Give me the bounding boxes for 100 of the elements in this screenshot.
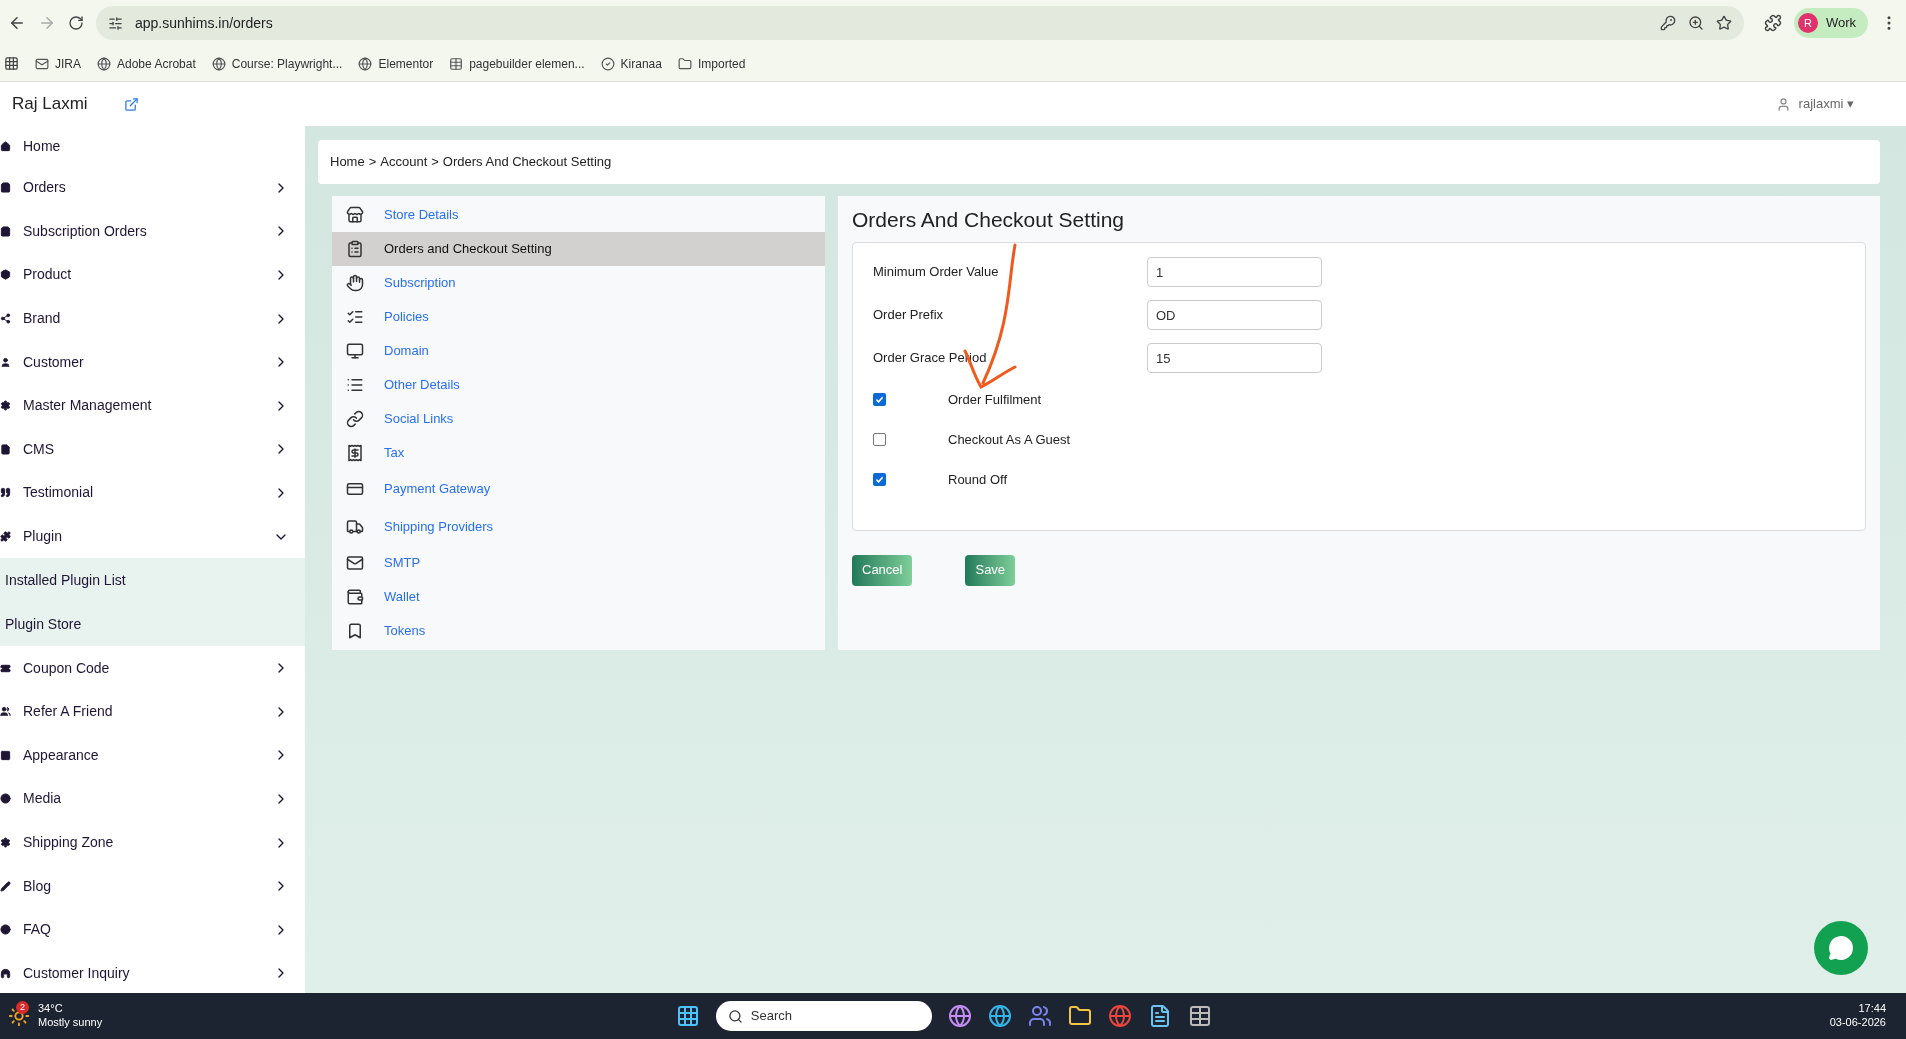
search-icon [727,1008,743,1024]
settings-menu-item[interactable]: SMTP [332,546,825,580]
sidebar-item-icon [0,749,11,761]
extensions-icon[interactable] [1763,14,1782,32]
bookmark-link[interactable]: pagebuilder elemen... [449,54,585,73]
user-menu[interactable]: rajlaxmi ▾ [1775,94,1854,114]
sidebar-item[interactable]: FAQ [0,907,305,952]
key-icon[interactable] [1659,15,1676,31]
settings-menu-item[interactable]: Domain [332,334,825,368]
chat-icon [1828,935,1854,961]
address-bar[interactable]: app.sunhims.in/orders [96,6,1744,40]
folder-icon[interactable] [1067,1004,1092,1028]
taskbar-search[interactable]: Search [715,1001,932,1031]
settings-menu-icon [346,376,364,394]
text-field[interactable]: OD [1147,300,1322,330]
settings-menu-item[interactable]: Other Details [332,368,825,402]
sidebar-item-icon [0,967,11,979]
bookmark-link[interactable]: JIRA [35,54,81,73]
settings-menu-icon [346,554,364,572]
reload-icon[interactable] [68,15,84,31]
brand-name: Raj Laxmi [12,93,88,116]
settings-menu-item[interactable]: Social Links [332,402,825,436]
checkbox-label: Round Off [948,470,1008,489]
bookmark-icon [211,56,226,71]
settings-menu-item[interactable]: Subscription [332,266,825,300]
sidebar-item-icon [0,793,11,805]
bookmark-icon [97,56,111,71]
bookmark-icon [600,56,615,71]
settings-menu-icon [346,518,364,536]
checkbox-label: Checkout As A Guest [948,430,1071,449]
apps-icon[interactable] [4,56,19,71]
bookmark-link[interactable]: Kiranaa [600,54,662,73]
sidebar-item[interactable]: CMS [0,427,305,472]
chat-button[interactable] [1814,921,1868,975]
profile-button[interactable]: R Work [1793,8,1868,38]
form-title: Orders And Checkout Setting [852,207,1125,233]
settings-menu-icon [346,308,364,326]
bookmark-link[interactable]: Course: Playwright... [211,54,343,73]
bookmark-link[interactable]: Adobe Acrobat [97,54,196,73]
checkbox[interactable] [873,433,886,446]
settings-menu-item[interactable]: Orders and Checkout Setting [332,232,825,266]
sidebar-item[interactable]: Subscription Orders [0,209,305,254]
settings-menu-item[interactable]: Store Details [332,198,825,232]
sidebar-item[interactable]: Coupon Code [0,646,305,690]
url-text: app.sunhims.in/orders [135,13,274,33]
checkbox[interactable] [873,473,886,486]
sidebar-item[interactable]: Media [0,777,305,821]
sidebar-item[interactable]: Refer A Friend [0,689,305,734]
sidebar-item[interactable]: Testimonial [0,471,305,515]
clock-date: 03-06-2026 [1829,1016,1886,1030]
bookmark-link[interactable]: Elementor [358,54,434,73]
bookmark-link[interactable]: Imported [677,54,746,73]
settings-menu-item[interactable]: Tax [332,436,825,470]
sidebar-subitem[interactable]: Installed Plugin List [0,558,305,603]
sidebar-item[interactable]: Plugin [0,514,305,559]
settings-menu-icon [346,410,364,428]
bookmark-icon [358,56,373,71]
external-link-icon[interactable] [123,96,139,112]
settings-menu-icon [346,444,364,462]
sidebar-item[interactable]: Customer [0,340,305,384]
bookmark-icon [449,56,464,71]
sidebar-subitem[interactable]: Plugin Store [0,602,305,647]
sidebar-item[interactable]: Master Management [0,383,305,428]
settings-menu-icon [346,480,364,498]
sidebar-item-icon [0,225,11,237]
sidebar-item[interactable]: Product [0,253,305,297]
settings-menu-item[interactable]: Tokens [332,614,825,648]
start-icon[interactable] [675,1004,700,1028]
sidebar-item[interactable]: Brand [0,296,305,341]
sidebar-item[interactable]: Shipping Zone [0,820,305,865]
sidebar-item-icon [0,269,11,281]
settings-menu-icon [346,342,364,360]
field-label: Minimum Order Value [873,263,1000,282]
back-icon[interactable] [8,14,26,32]
text-field[interactable]: 1 [1147,257,1322,287]
settings-menu-icon [346,588,364,606]
breadcrumb-link[interactable]: Home [330,152,365,172]
sidebar-item[interactable]: Blog [0,864,305,908]
checkbox-label: Order Fulfilment [948,390,1042,409]
checkbox[interactable] [873,393,886,406]
bookmark-icon [677,56,692,71]
sidebar-item[interactable]: Appearance [0,733,305,778]
settings-menu-item[interactable]: Wallet [332,580,825,614]
site-settings-icon[interactable] [108,15,123,31]
weather-text: Mostly sunny [38,1016,103,1030]
sidebar-item-icon [0,356,11,368]
bookmark-star-icon[interactable] [1715,15,1732,31]
settings-menu-icon [346,240,364,258]
sidebar-item[interactable]: Orders [0,166,305,210]
settings-menu-icon [346,274,364,292]
settings-menu-item[interactable]: Payment Gateway [332,470,825,508]
sidebar-item-icon [0,880,11,892]
user-icon [1775,96,1791,112]
text-field[interactable]: 15 [1147,343,1322,373]
settings-menu-item[interactable]: Policies [332,300,825,334]
sidebar-item[interactable]: Customer Inquiry [0,951,305,993]
zoom-icon[interactable] [1687,15,1704,31]
settings-menu-item[interactable]: Shipping Providers [332,508,825,546]
sidebar-item[interactable]: Home [0,126,305,166]
breadcrumb-link[interactable]: Account [380,152,428,172]
